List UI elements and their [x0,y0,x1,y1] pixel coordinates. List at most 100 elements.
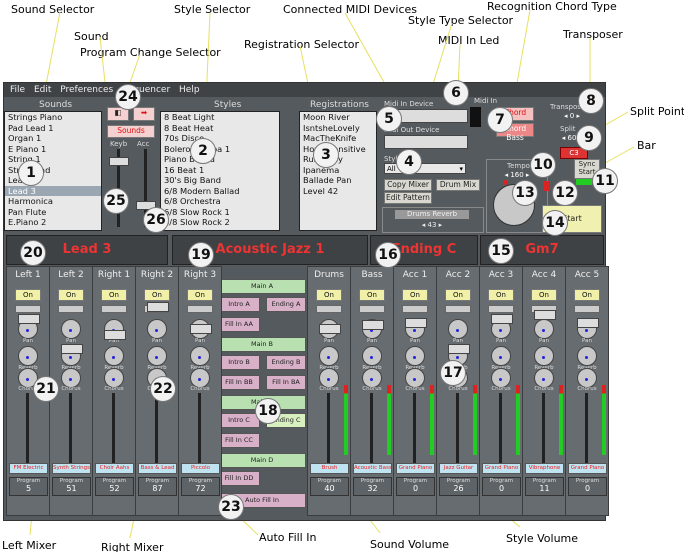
volume-fader[interactable] [405,318,427,328]
style-list-item[interactable]: Bolero Rumba 1 [161,144,279,155]
volume-fader[interactable] [61,344,83,354]
sound-list-item[interactable]: String 1 [5,154,101,165]
program-box[interactable]: Program 11 [525,477,564,496]
instrument-name[interactable]: Choir Aahs [95,463,134,474]
style-list-item[interactable]: 30's Big Band [161,175,279,186]
reverb-knob[interactable] [534,346,554,366]
registration-list-item[interactable]: MacTheKnife [300,133,376,144]
volume-fader[interactable] [448,344,470,354]
channel-on-button[interactable]: On [187,289,213,301]
instrument-name[interactable]: Jazz Guitar [439,463,478,474]
reverb-knob[interactable] [104,346,124,366]
volume-fader[interactable] [577,318,599,328]
instrument-name[interactable]: Piccolo [181,463,220,474]
program-box[interactable]: Program 32 [353,477,392,496]
drum-mix-button[interactable]: Drum Mix [436,179,480,191]
channel-on-button[interactable]: On [15,289,41,301]
channel-solo-mute[interactable] [15,305,41,313]
channel-solo-mute[interactable] [488,305,514,313]
channel-on-button[interactable]: On [101,289,127,301]
midi-out-device-field[interactable] [384,135,468,149]
program-box[interactable]: Program 51 [52,477,91,496]
intro-a-button[interactable]: Intro A [218,297,260,312]
program-box[interactable]: Program 0 [568,477,607,496]
main-a-button[interactable]: Main A [218,279,306,294]
style-list-item[interactable]: 6/8 Slow Rock 2 [161,217,279,228]
channel-solo-mute[interactable] [359,305,385,313]
volume-fader[interactable] [491,314,513,324]
channel-on-button[interactable]: On [531,289,557,301]
main-b-button[interactable]: Main B [218,337,306,352]
volume-fader[interactable] [18,314,40,324]
ending-a-button[interactable]: Ending A [266,297,306,312]
registration-list-item[interactable]: Level 42 [300,186,376,197]
channel-solo-mute[interactable] [574,305,600,313]
sound-list-item[interactable]: Pan Flute [5,207,101,218]
instrument-name[interactable]: Acoustic Bass [353,463,392,474]
menu-help[interactable]: Help [179,83,200,97]
instrument-name[interactable]: Grand Piano [568,463,607,474]
program-box[interactable]: Program 40 [310,477,349,496]
channel-on-button[interactable]: On [144,289,170,301]
sound-list-item[interactable]: Strings Piano [5,112,101,123]
sound-list-item[interactable]: E.Piano 3 [5,228,101,231]
chorus-knob[interactable] [104,368,124,388]
registration-list-item[interactable]: Moon River [300,112,376,123]
style-list-item[interactable]: 6/8 Modern Ballad [161,186,279,197]
intro-b-button[interactable]: Intro B [218,355,260,370]
sound-list-item[interactable]: Organ 1 [5,133,101,144]
sound-list-item[interactable]: Lead 3 [5,185,101,196]
registration-list-item[interactable]: Ipanema [300,165,376,176]
chorus-knob[interactable] [491,368,511,388]
style-list-item[interactable]: 8 Beat Heat [161,123,279,134]
instrument-name[interactable]: Bass & Lead [138,463,177,474]
program-box[interactable]: Program 0 [396,477,435,496]
channel-solo-mute[interactable] [402,305,428,313]
menu-preferences[interactable]: Preferences [60,83,113,97]
reverb-knob[interactable] [18,346,38,366]
chorus-knob[interactable] [319,368,339,388]
chorus-knob[interactable] [405,368,425,388]
style-list-item[interactable]: Beat 1 [161,228,279,231]
chorus-knob[interactable] [61,368,81,388]
style-list-item[interactable]: 16 Beat 1 [161,165,279,176]
keyb-volume-slider[interactable] [109,157,129,166]
instrument-name[interactable]: Brush [310,463,349,474]
copy-mixer-button[interactable]: Copy Mixer [384,179,432,191]
style-list-item[interactable]: 6/8 Slow Rock 1 [161,207,279,218]
instrument-name[interactable]: Grand Piano [482,463,521,474]
styles-list[interactable]: 8 Beat Light8 Beat Heat70s DiscoBolero R… [160,111,280,231]
program-box[interactable]: Program 72 [181,477,220,496]
ending-b-button[interactable]: Ending B [266,355,306,370]
instrument-name[interactable]: Grand Piano [396,463,435,474]
reverb-knob[interactable] [405,346,425,366]
style-list-item[interactable]: 70s Disco [161,133,279,144]
registrations-list[interactable]: Moon RiverIsntsheLovelyMacTheKnifeHowIns… [299,111,377,231]
fill-dd-button[interactable]: Fill In DD [218,471,260,486]
channel-solo-mute[interactable] [187,305,213,313]
channel-on-button[interactable]: On [359,289,385,301]
instrument-name[interactable]: FM Electric [9,463,48,474]
edit-pattern-button[interactable]: Edit Pattern [384,192,432,204]
channel-solo-mute[interactable] [58,305,84,313]
menu-edit[interactable]: Edit [34,83,51,97]
chorus-knob[interactable] [362,368,382,388]
chorus-knob[interactable] [534,368,554,388]
volume-fader[interactable] [104,330,126,340]
style-list-item[interactable]: Piano Ballad [161,154,279,165]
fill-cc-button[interactable]: Fill In CC [218,433,260,448]
reverb-knob[interactable] [577,346,597,366]
style-list-item[interactable]: 8 Beat Light [161,112,279,123]
sound-next-button[interactable]: ➡ [133,107,155,121]
channel-solo-mute[interactable] [101,305,127,313]
registration-list-item[interactable]: IsntsheLovely [300,123,376,134]
volume-fader[interactable] [319,324,341,334]
channel-on-button[interactable]: On [402,289,428,301]
channel-solo-mute[interactable] [445,305,471,313]
fill-ba-button[interactable]: Fill In BA [266,375,306,390]
pan-knob[interactable] [61,319,81,339]
volume-fader[interactable] [190,324,212,334]
volume-fader[interactable] [362,320,384,330]
program-box[interactable]: Program 52 [95,477,134,496]
chorus-knob[interactable] [577,368,597,388]
